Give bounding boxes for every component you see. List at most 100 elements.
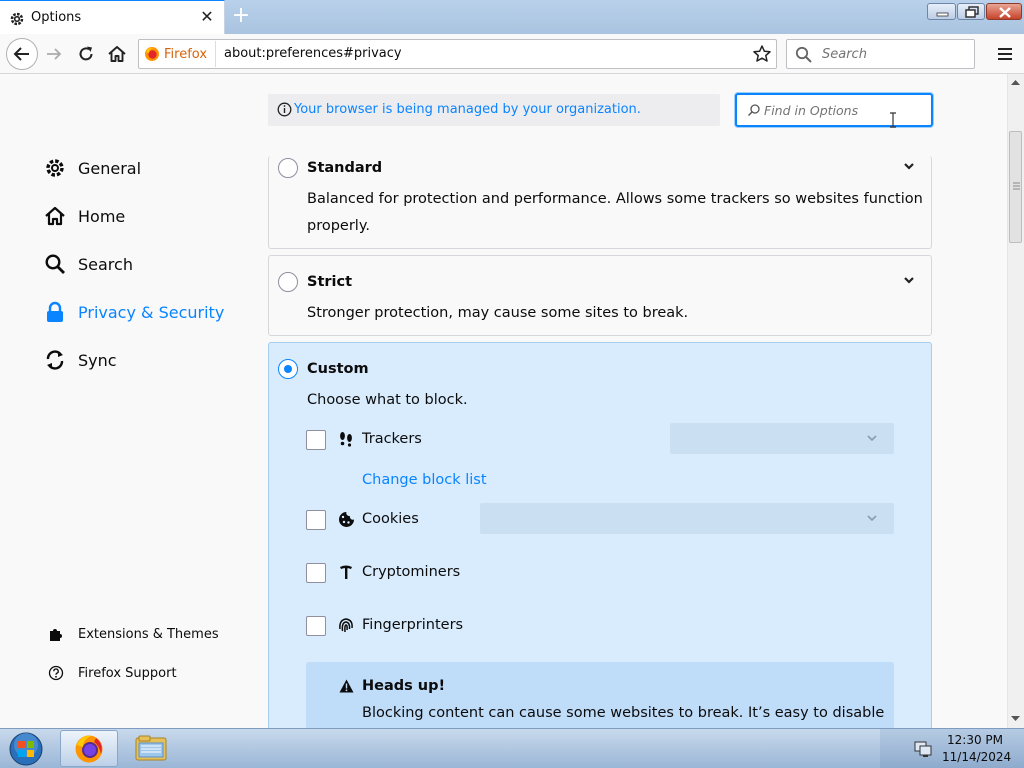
sidebar-item-privacy-security[interactable]: Privacy & Security: [44, 301, 224, 323]
new-tab-icon[interactable]: +: [231, 5, 251, 27]
change-block-list-link[interactable]: Change block list: [362, 472, 487, 488]
forward-arrow-icon: [47, 48, 62, 60]
strict-option-card[interactable]: Strict Stronger protection, may cause so…: [268, 255, 932, 336]
chevron-down-icon[interactable]: [903, 276, 915, 284]
standard-description-line2: properly.: [307, 218, 370, 234]
sidebar-item-label: Home: [78, 206, 126, 226]
strict-description: Stronger protection, may cause some site…: [307, 305, 689, 321]
cryptominers-checkbox[interactable]: [306, 563, 326, 583]
tab-close-icon[interactable]: ✕: [199, 9, 215, 25]
identity-box[interactable]: Firefox: [144, 41, 217, 67]
custom-description: Choose what to block.: [307, 392, 468, 408]
home-button[interactable]: [103, 40, 131, 68]
url-text[interactable]: about:preferences#privacy: [224, 46, 402, 61]
sync-icon: [46, 350, 64, 370]
start-button[interactable]: [6, 731, 46, 767]
folder-icon: [135, 735, 167, 761]
grip-icon: [1013, 182, 1020, 190]
fingerprint-icon: [339, 618, 353, 633]
standard-title: Standard: [307, 160, 383, 176]
sidebar-item-label: Sync: [78, 350, 117, 370]
scroll-down-icon[interactable]: [1010, 715, 1021, 723]
home-icon: [108, 46, 126, 62]
sidebar-item-label: Search: [78, 254, 133, 274]
bookmark-star-icon[interactable]: [752, 44, 772, 64]
find-in-options-input[interactable]: Find in Options: [735, 93, 933, 128]
gear-icon: [10, 12, 24, 26]
gear-icon: [46, 159, 64, 177]
cookie-icon: [339, 512, 354, 527]
strict-title: Strict: [307, 274, 353, 290]
cookies-checkbox[interactable]: [306, 510, 326, 530]
network-icon[interactable]: [914, 740, 932, 757]
sidebar-item-search[interactable]: Search: [44, 253, 133, 275]
reload-icon: [79, 46, 93, 61]
clock-time[interactable]: 12:30 PM: [946, 733, 1004, 747]
search-icon: [795, 46, 812, 63]
extensions-themes-link[interactable]: Extensions & Themes: [48, 626, 219, 642]
info-icon: [277, 102, 292, 117]
managed-notice: Your browser is being managed by your or…: [268, 94, 720, 126]
taskbar-firefox-button[interactable]: [60, 730, 118, 767]
restore-button[interactable]: [957, 3, 985, 20]
trackers-checkbox[interactable]: [306, 430, 326, 450]
extensions-themes-label: Extensions & Themes: [78, 626, 219, 642]
managed-notice-text: Your browser is being managed by your or…: [294, 102, 641, 117]
text-cursor-icon: [890, 112, 896, 128]
fingerprinters-checkbox[interactable]: [306, 616, 326, 636]
search-icon: [45, 254, 65, 274]
chevron-down-icon: [867, 435, 877, 442]
scrollbar-thumb[interactable]: [1009, 131, 1022, 243]
firefox-logo-icon: [145, 47, 159, 61]
clock-date[interactable]: 11/14/2024: [942, 750, 1011, 764]
search-bar[interactable]: Search: [786, 39, 975, 69]
sidebar-item-label: Privacy & Security: [78, 302, 225, 322]
search-icon: [748, 104, 760, 116]
sidebar-item-sync[interactable]: Sync: [44, 349, 117, 371]
identity-label: Firefox: [164, 46, 208, 62]
firefox-support-label: Firefox Support: [78, 665, 177, 681]
standard-description-line1: Balanced for protection and performance.…: [307, 191, 923, 207]
custom-radio[interactable]: [278, 359, 298, 379]
scroll-up-icon[interactable]: [1010, 78, 1021, 86]
standard-radio[interactable]: [278, 158, 298, 178]
tab-options[interactable]: Options ✕: [0, 0, 225, 34]
fingerprinters-label: Fingerprinters: [362, 617, 464, 633]
custom-title: Custom: [307, 361, 369, 377]
taskbar-explorer-button[interactable]: [126, 730, 176, 767]
firefox-support-link[interactable]: Firefox Support: [48, 665, 177, 681]
cryptominers-label: Cryptominers: [362, 564, 461, 580]
hamburger-menu-icon[interactable]: [995, 44, 1015, 64]
trackers-label: Trackers: [362, 431, 422, 447]
cryptominer-icon: [340, 565, 352, 579]
help-icon: [48, 665, 64, 681]
sidebar-item-home[interactable]: Home: [44, 205, 125, 227]
strict-radio[interactable]: [278, 272, 298, 292]
sidebar-item-label: General: [78, 158, 142, 178]
search-placeholder: Search: [822, 47, 867, 62]
lock-icon: [47, 301, 63, 322]
windows-logo-icon: [9, 732, 43, 766]
chevron-down-icon[interactable]: [903, 162, 915, 170]
heads-up-title: Heads up!: [362, 678, 446, 694]
cookies-label: Cookies: [362, 511, 419, 527]
cookies-dropdown[interactable]: [480, 503, 894, 534]
minimize-button[interactable]: [927, 3, 956, 20]
standard-option-card[interactable]: Standard Balanced for protection and per…: [268, 156, 932, 249]
heads-up-body: Blocking content can cause some websites…: [362, 705, 885, 721]
firefox-logo-icon: [75, 735, 103, 763]
home-icon: [45, 206, 65, 226]
find-placeholder: Find in Options: [764, 103, 859, 118]
trackers-dropdown[interactable]: [670, 423, 894, 454]
warning-icon: [339, 679, 354, 693]
back-button[interactable]: [6, 38, 38, 70]
tab-title: Options: [31, 10, 82, 25]
trackers-icon: [340, 432, 352, 447]
window-close-button[interactable]: [986, 3, 1022, 20]
forward-button[interactable]: [40, 40, 68, 68]
reload-button[interactable]: [72, 40, 100, 68]
back-arrow-icon: [13, 47, 29, 61]
puzzle-icon: [50, 629, 62, 641]
sidebar-item-general[interactable]: General: [44, 157, 141, 179]
chevron-down-icon: [867, 515, 877, 522]
